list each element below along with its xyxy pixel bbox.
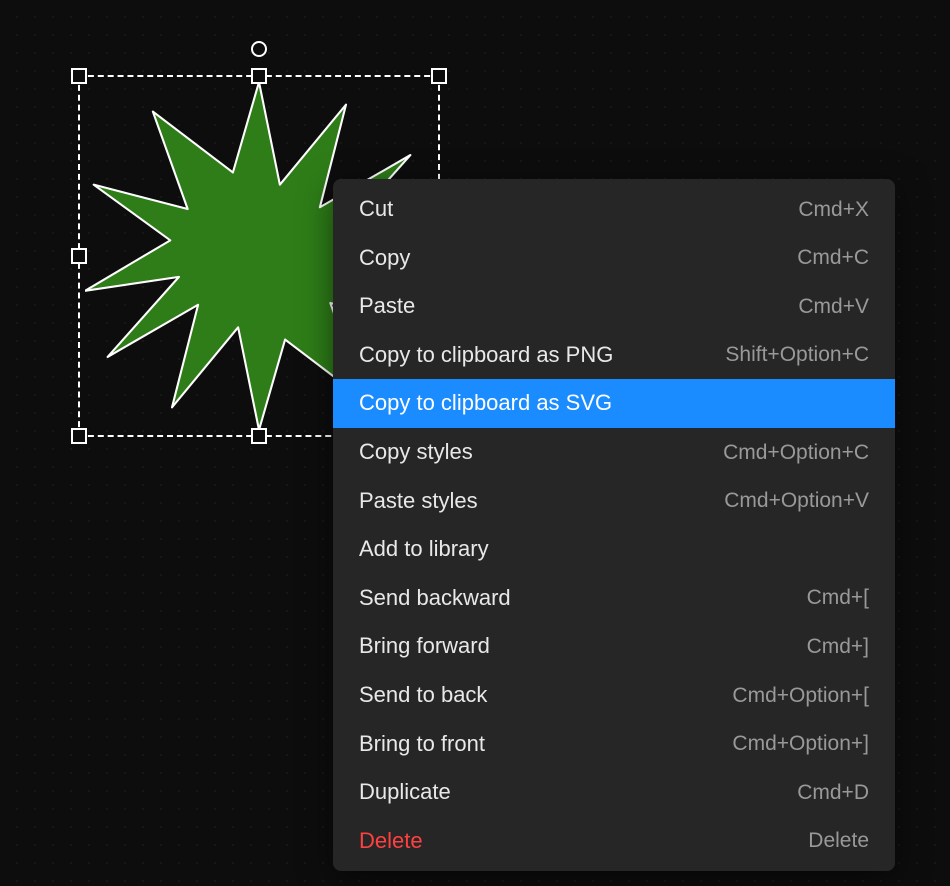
menu-item-shortcut: Cmd+Option+C xyxy=(723,439,869,466)
menu-item-paste[interactable]: Paste Cmd+V xyxy=(333,282,895,331)
menu-item-shortcut: Cmd+C xyxy=(797,244,869,271)
menu-item-shortcut: Cmd+] xyxy=(807,633,869,660)
resize-handle-top-middle[interactable] xyxy=(251,68,267,84)
menu-item-label: Bring to front xyxy=(359,730,485,759)
menu-item-copy-to-clipboard-as-png[interactable]: Copy to clipboard as PNG Shift+Option+C xyxy=(333,331,895,380)
menu-item-label: Send backward xyxy=(359,584,511,613)
menu-item-copy-to-clipboard-as-svg[interactable]: Copy to clipboard as SVG xyxy=(333,379,895,428)
menu-item-label: Bring forward xyxy=(359,632,490,661)
menu-item-shortcut: Cmd+[ xyxy=(807,584,869,611)
menu-item-shortcut: Delete xyxy=(808,827,869,854)
canvas-area[interactable]: Cut Cmd+X Copy Cmd+C Paste Cmd+V Copy to clipb… xyxy=(0,0,950,886)
menu-item-cut[interactable]: Cut Cmd+X xyxy=(333,185,895,234)
resize-handle-bottom-middle[interactable] xyxy=(251,428,267,444)
menu-item-label: Paste xyxy=(359,292,415,321)
menu-item-send-backward[interactable]: Send backward Cmd+[ xyxy=(333,574,895,623)
resize-handle-top-left[interactable] xyxy=(71,68,87,84)
resize-handle-bottom-left[interactable] xyxy=(71,428,87,444)
context-menu: Cut Cmd+X Copy Cmd+C Paste Cmd+V Copy to clipb… xyxy=(333,179,895,871)
menu-item-label: Paste styles xyxy=(359,487,478,516)
menu-item-bring-to-front[interactable]: Bring to front Cmd+Option+] xyxy=(333,720,895,769)
menu-item-label: Copy to clipboard as PNG xyxy=(359,341,613,370)
menu-item-label: Cut xyxy=(359,195,393,224)
menu-item-bring-forward[interactable]: Bring forward Cmd+] xyxy=(333,622,895,671)
menu-item-shortcut: Shift+Option+C xyxy=(725,341,869,368)
resize-handle-middle-left[interactable] xyxy=(71,248,87,264)
resize-handle-top-right[interactable] xyxy=(431,68,447,84)
menu-item-label: Send to back xyxy=(359,681,487,710)
menu-item-shortcut: Cmd+Option+V xyxy=(724,487,869,514)
menu-item-shortcut: Cmd+Option+] xyxy=(732,730,869,757)
menu-item-add-to-library[interactable]: Add to library xyxy=(333,525,895,574)
menu-item-shortcut: Cmd+D xyxy=(797,779,869,806)
menu-item-shortcut: Cmd+X xyxy=(798,196,869,223)
menu-item-shortcut: Cmd+Option+[ xyxy=(732,682,869,709)
menu-item-copy-styles[interactable]: Copy styles Cmd+Option+C xyxy=(333,428,895,477)
menu-item-delete[interactable]: Delete Delete xyxy=(333,817,895,866)
menu-item-paste-styles[interactable]: Paste styles Cmd+Option+V xyxy=(333,477,895,526)
menu-item-copy[interactable]: Copy Cmd+C xyxy=(333,234,895,283)
menu-item-label: Add to library xyxy=(359,535,489,564)
menu-item-label: Delete xyxy=(359,827,423,856)
menu-item-send-to-back[interactable]: Send to back Cmd+Option+[ xyxy=(333,671,895,720)
menu-item-label: Copy to clipboard as SVG xyxy=(359,389,612,418)
rotate-handle[interactable] xyxy=(251,41,267,57)
menu-item-shortcut: Cmd+V xyxy=(798,293,869,320)
menu-item-duplicate[interactable]: Duplicate Cmd+D xyxy=(333,768,895,817)
menu-item-label: Copy xyxy=(359,244,410,273)
menu-item-label: Copy styles xyxy=(359,438,473,467)
menu-item-label: Duplicate xyxy=(359,778,451,807)
